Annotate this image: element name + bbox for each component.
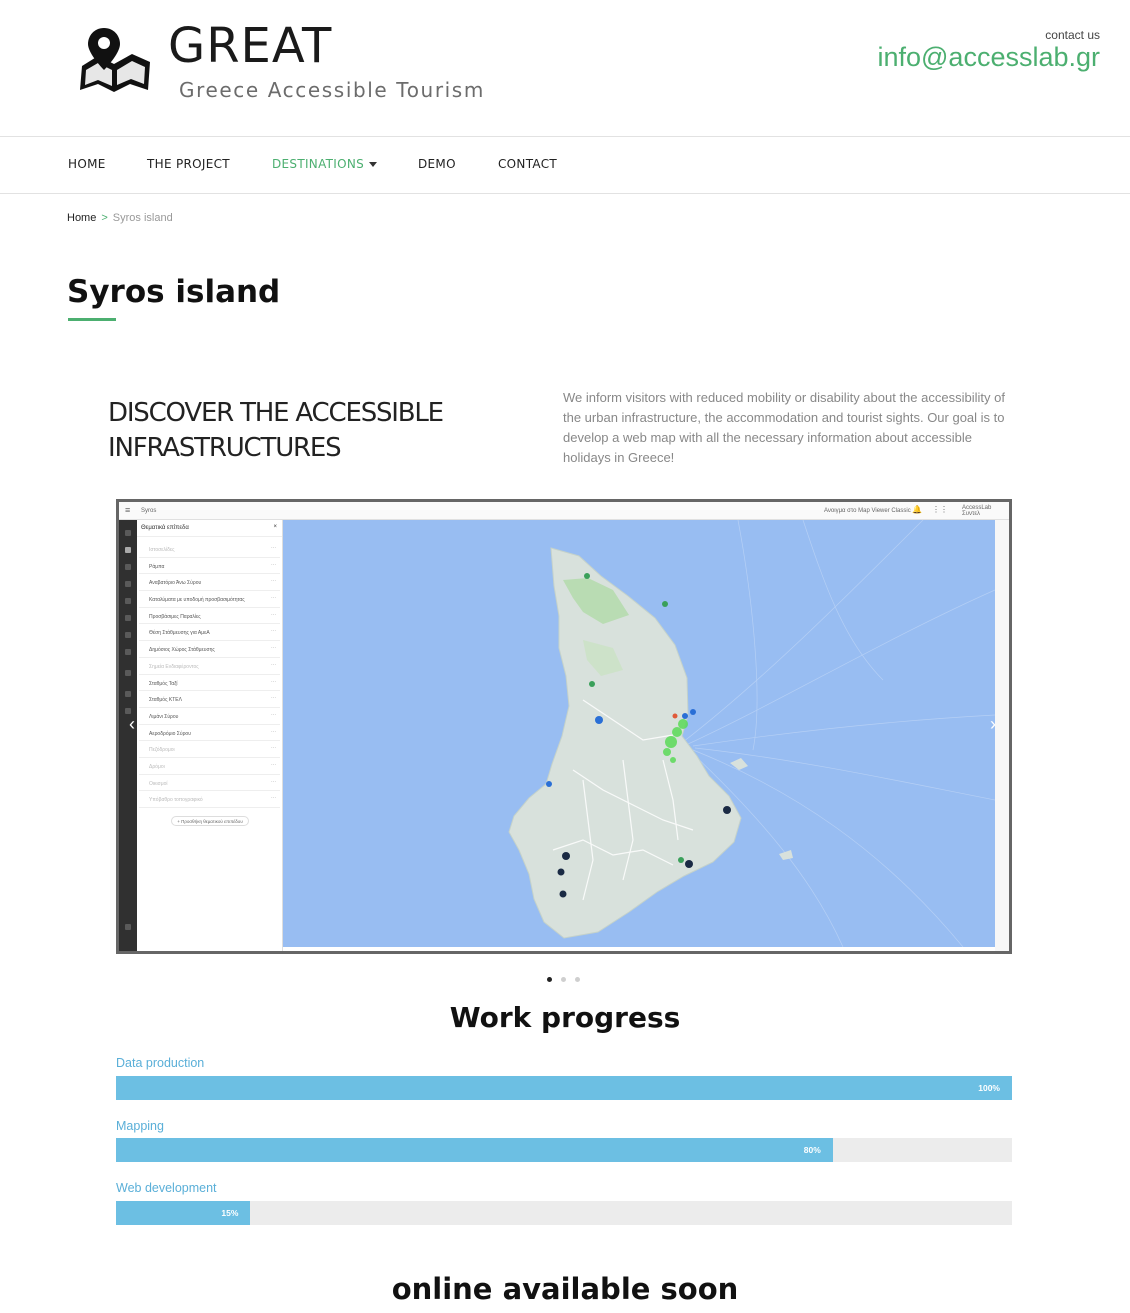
map-tool-rail (995, 520, 1009, 951)
breadcrumb-chevron-icon: > (101, 212, 108, 224)
layer-row: Ιστοσελίδες (139, 541, 280, 558)
progress-bar-data-production: 100% (116, 1076, 1012, 1100)
syros-map (283, 520, 995, 947)
title-underline (68, 318, 116, 321)
slider-dot-3[interactable] (575, 977, 580, 982)
app-title: Syros (141, 508, 157, 514)
apps-grid-icon: ⋮⋮ (932, 505, 948, 514)
intro-heading: Discover the accessible infrastructures (108, 398, 444, 463)
nav-destinations[interactable]: DESTINATIONS (272, 157, 378, 171)
logo-title[interactable]: GREAT (168, 18, 332, 74)
breadcrumb-current: Syros island (112, 212, 173, 224)
main-nav: HOME THE PROJECT DESTINATIONS DEMO CONTA… (0, 137, 1130, 194)
rail-layers-icon (125, 547, 131, 553)
layer-row: Αεροδρόμιο Σύρου (139, 725, 280, 742)
layer-panel-header: Θεματικά επίπεδα × (137, 520, 282, 537)
layer-panel-title: Θεματικά επίπεδα (141, 525, 189, 531)
image-slider[interactable]: ≡ Syros Ανοιγμα στο Map Viewer Classic 🔔… (116, 499, 1012, 954)
slider-dots (547, 969, 589, 987)
progress-bar-web-development: 15% (116, 1201, 1012, 1225)
app-open-classic-link: Ανοιγμα στο Map Viewer Classic (824, 508, 911, 514)
contact-email-link[interactable]: info@accesslab.gr (877, 42, 1100, 73)
nav-the-project[interactable]: THE PROJECT (147, 157, 230, 171)
progress-fill: 80% (116, 1138, 833, 1162)
rail-tool-icon (125, 615, 131, 621)
rail-tool-icon (125, 581, 131, 587)
progress-value: 15% (221, 1208, 239, 1218)
bell-icon: 🔔 (912, 505, 922, 514)
progress-title: Work progress (449, 1001, 681, 1034)
rail-tool-icon (125, 564, 131, 570)
layer-row: Δημόσιος Χώρος Στάθμευσης (139, 641, 280, 658)
layer-row: Λιμάνι Σύρου (139, 708, 280, 725)
logo-subtitle: Greece Accessible Tourism (179, 78, 485, 102)
progress-label-mapping: Mapping (116, 1119, 164, 1133)
rail-info-icon (125, 924, 131, 930)
breadcrumb: Home > Syros island (67, 212, 173, 224)
slider-next-arrow-icon[interactable]: › (990, 714, 996, 735)
rail-tool-icon (125, 691, 131, 697)
layer-row: Υπόβαθρο τοπογραφικό (139, 791, 280, 808)
rail-tool-icon (125, 670, 131, 676)
hamburger-menu-icon: ≡ (125, 505, 131, 515)
rail-tool-icon (125, 530, 131, 536)
layer-row: Πεζόδρομοι (139, 741, 280, 758)
online-soon-heading: online available soon (391, 1272, 739, 1306)
app-user: AccessLab Συντελ (962, 505, 991, 517)
site-header: GREAT Greece Accessible Tourism contact … (0, 0, 1130, 137)
progress-fill: 15% (116, 1201, 251, 1225)
caret-down-icon (369, 162, 378, 167)
layer-panel: Θεματικά επίπεδα × ΙστοσελίδεςΡάμπαΑναβα… (137, 520, 283, 951)
progress-label-data-production: Data production (116, 1056, 205, 1070)
layer-row: Αναβατόριο Άνω Σύρου (139, 574, 280, 592)
app-user-role: Συντελ (962, 511, 981, 517)
layer-row: Ράμπα (139, 558, 280, 575)
layer-row: Σημεία Ενδιαφέροντος (139, 658, 280, 675)
app-tool-rail (119, 520, 137, 951)
progress-fill: 100% (116, 1076, 1012, 1100)
nav-home[interactable]: HOME (68, 157, 106, 171)
rail-tool-icon (125, 632, 131, 638)
contact-label: contact us (1045, 28, 1100, 42)
slider-dot-2[interactable] (561, 977, 566, 982)
progress-value: 80% (803, 1145, 821, 1155)
progress-bar-mapping: 80% (116, 1138, 1012, 1162)
nav-destinations-label: DESTINATIONS (272, 157, 365, 171)
layer-row: Καταλύματα με υποδομή προσβασιμότητας (139, 591, 280, 608)
intro-text: We inform visitors with reduced mobility… (563, 390, 1005, 465)
layer-row: Θέση Στάθμευσης για ΑμεΑ (139, 624, 280, 642)
layer-row: Σταθμός Ταξί (139, 675, 280, 692)
layer-row: Προσβάσιμες Παραλίες (139, 608, 280, 625)
nav-demo[interactable]: DEMO (418, 157, 456, 171)
nav-contact[interactable]: CONTACT (498, 157, 557, 171)
layer-list: ΙστοσελίδεςΡάμπαΑναβατόριο Άνω ΣύρουΚατα… (137, 541, 282, 808)
slider-prev-arrow-icon[interactable]: ‹ (129, 714, 135, 735)
page-title: Syros island (67, 274, 281, 310)
rail-tool-icon (125, 598, 131, 604)
rail-tool-icon (125, 649, 131, 655)
close-icon: × (273, 524, 277, 530)
app-topbar: ≡ Syros Ανοιγμα στο Map Viewer Classic 🔔… (119, 502, 1009, 520)
map-pin-logo-icon[interactable] (78, 26, 154, 96)
add-layer-button: + Προσθήκη θεματικού επιπέδου (171, 816, 249, 826)
layer-row: Δρόμοι (139, 758, 280, 775)
progress-label-web-development: Web development (116, 1181, 217, 1195)
progress-value: 100% (978, 1083, 1000, 1093)
breadcrumb-home[interactable]: Home (67, 212, 96, 224)
layer-row: Οικισμοί (139, 775, 280, 792)
layer-row: Σταθμός ΚΤΕΛ (139, 691, 280, 708)
slider-dot-1[interactable] (547, 977, 552, 982)
